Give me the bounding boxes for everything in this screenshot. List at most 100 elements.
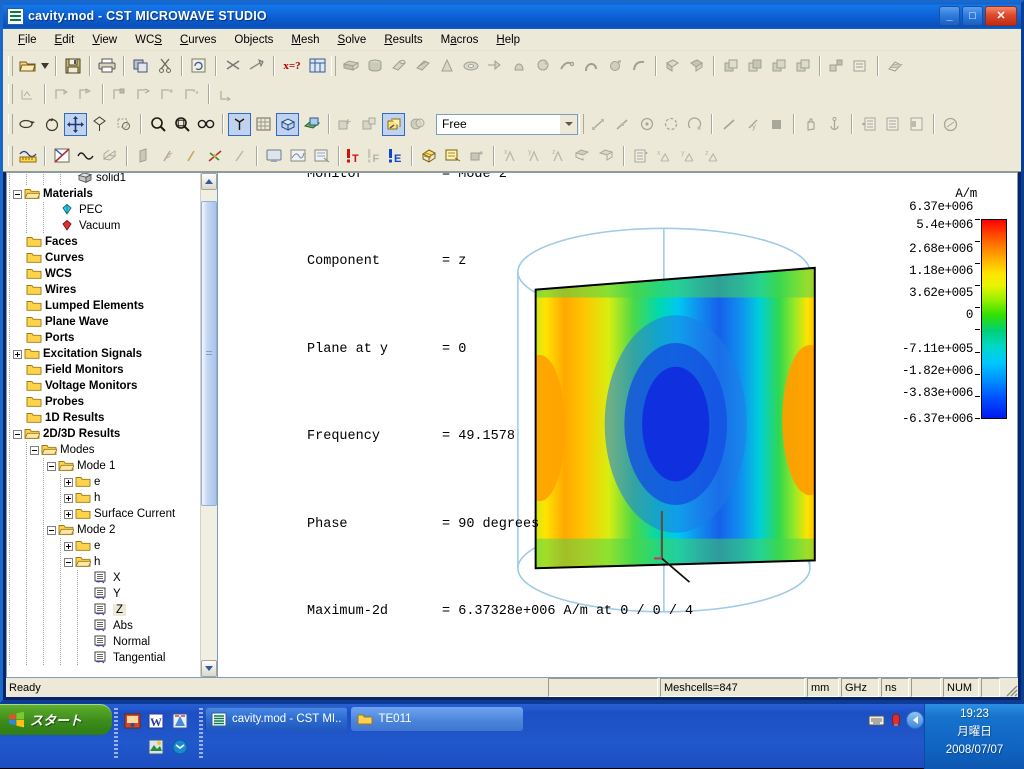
outlook-icon[interactable]	[168, 734, 192, 760]
clock-area[interactable]: 19:23 月曜日 2008/07/07	[924, 704, 1024, 769]
field-source-icon[interactable]	[228, 144, 251, 167]
boolean-split-icon[interactable]	[791, 54, 814, 77]
pick-arc-icon[interactable]	[683, 113, 706, 136]
toolbar-grip[interactable]	[331, 56, 336, 76]
torus-icon[interactable]	[459, 54, 482, 77]
rotate-shape-icon[interactable]	[507, 54, 530, 77]
tree-item-field-monitors[interactable]: Field Monitors	[7, 362, 200, 378]
menu-view[interactable]: View	[83, 32, 126, 48]
pick-circle-icon[interactable]	[659, 113, 682, 136]
rotate-wcs-icon[interactable]	[132, 83, 155, 106]
start-button[interactable]: スタート	[0, 704, 112, 735]
list-point-icon[interactable]	[857, 113, 880, 136]
align-wcs-icon[interactable]	[50, 83, 73, 106]
pick-face-icon[interactable]	[765, 113, 788, 136]
restore-wcs-icon[interactable]	[180, 83, 203, 106]
menu-mesh[interactable]: Mesh	[282, 32, 328, 48]
list-doc-icon[interactable]	[629, 144, 652, 167]
tree-item-mode-1[interactable]: Mode 1	[7, 458, 200, 474]
collapse-icon[interactable]	[47, 526, 56, 535]
mesh-local-icon[interactable]	[465, 144, 488, 167]
anchor-icon[interactable]	[823, 113, 846, 136]
scrollbar-thumb[interactable]	[201, 201, 217, 506]
boolean-add-icon[interactable]	[661, 54, 684, 77]
expand-icon[interactable]	[64, 494, 73, 503]
tree-item-y[interactable]: Y	[7, 586, 200, 602]
zoom-window-icon[interactable]	[112, 113, 135, 136]
menu-file[interactable]: File	[9, 32, 46, 48]
scroll-down-arrow-icon[interactable]	[201, 660, 217, 677]
open-dropdown-arrow[interactable]	[40, 54, 50, 77]
curve-cover-icon[interactable]	[603, 54, 626, 77]
wcs-local-icon[interactable]	[16, 83, 39, 106]
sphere-icon[interactable]	[411, 54, 434, 77]
frequency-solver-icon[interactable]: F	[365, 144, 385, 167]
pick-mid-icon[interactable]: y	[741, 113, 764, 136]
cone-icon[interactable]	[435, 54, 458, 77]
eigenmode-solver-icon[interactable]: E	[386, 144, 406, 167]
zoom-icon[interactable]	[146, 113, 169, 136]
expand-icon[interactable]	[64, 510, 73, 519]
rotate-view-x-icon[interactable]	[40, 113, 63, 136]
tree-item-solid1[interactable]: solid1	[7, 173, 200, 186]
ecylinder-icon[interactable]	[387, 54, 410, 77]
tree-item-normal[interactable]: Normal	[7, 634, 200, 650]
maximize-button[interactable]: □	[962, 6, 983, 26]
view-mode-combo[interactable]: Free	[436, 114, 578, 135]
save-icon[interactable]	[61, 54, 84, 77]
tree-item-wires[interactable]: Wires	[7, 282, 200, 298]
tree-item-1d-results[interactable]: 1D Results	[7, 410, 200, 426]
tree-item-2d-3d-results[interactable]: 2D/3D Results	[7, 426, 200, 442]
pick-line-icon[interactable]	[717, 113, 740, 136]
media-player-icon[interactable]	[120, 708, 144, 734]
menu-curves[interactable]: Curves	[171, 32, 225, 48]
adapt-x-icon[interactable]: x	[499, 144, 522, 167]
keyboard-ime-icon[interactable]	[868, 713, 885, 731]
add-plot-icon[interactable]	[358, 113, 381, 136]
axes-icon[interactable]	[228, 113, 251, 136]
axis-y-icon[interactable]: y	[677, 144, 700, 167]
transparency-icon[interactable]	[406, 113, 429, 136]
align-list-icon[interactable]	[905, 113, 928, 136]
transient-solver-icon[interactable]: T	[344, 144, 364, 167]
tree-item-ports[interactable]: Ports	[7, 330, 200, 346]
monitor-display-icon[interactable]	[262, 144, 285, 167]
open-file-icon[interactable]	[16, 54, 39, 77]
properties-icon[interactable]	[849, 54, 872, 77]
expand-icon[interactable]	[13, 350, 22, 359]
parametric-icon[interactable]: x=?	[279, 54, 305, 77]
tree-item-voltage-monitors[interactable]: Voltage Monitors	[7, 378, 200, 394]
collapse-icon[interactable]	[13, 190, 22, 199]
discrete-port-icon[interactable]	[156, 144, 179, 167]
grid-icon[interactable]	[252, 113, 275, 136]
pick-circle-center-icon[interactable]	[635, 113, 658, 136]
pick-point-icon[interactable]	[587, 113, 610, 136]
workplane-icon[interactable]	[300, 113, 323, 136]
boolean-insert-icon[interactable]	[719, 54, 742, 77]
tree-item-probes[interactable]: Probes	[7, 394, 200, 410]
collapse-icon[interactable]	[64, 558, 73, 567]
menu-results[interactable]: Results	[375, 32, 431, 48]
tree-item-mode-2[interactable]: Mode 2	[7, 522, 200, 538]
tree-item-excitation-signals[interactable]: Excitation Signals	[7, 346, 200, 362]
structure-icon[interactable]	[306, 54, 329, 77]
tree-item-e[interactable]: e	[7, 538, 200, 554]
pick-edge-icon[interactable]	[611, 113, 634, 136]
adapt-z-icon[interactable]: z	[547, 144, 570, 167]
rotate-view-icon[interactable]	[16, 113, 39, 136]
waveguide-port-icon[interactable]	[132, 144, 155, 167]
axis-x-icon[interactable]: x	[653, 144, 676, 167]
tree-item-tangential[interactable]: Tangential	[7, 650, 200, 666]
axis-z-icon[interactable]: z	[701, 144, 724, 167]
zoom-fit-icon[interactable]	[170, 113, 193, 136]
brick-icon[interactable]	[339, 54, 362, 77]
toolbar-grip[interactable]	[8, 84, 13, 104]
tree-item-abs[interactable]: Abs	[7, 618, 200, 634]
volume-icon[interactable]	[889, 713, 903, 732]
chevron-down-icon[interactable]	[560, 115, 577, 134]
boolean-subtract-icon[interactable]	[685, 54, 708, 77]
image-viewer-icon[interactable]	[144, 734, 168, 760]
print-icon[interactable]	[95, 54, 118, 77]
menu-macros[interactable]: Macros	[432, 32, 488, 48]
result-template-icon[interactable]	[310, 144, 333, 167]
